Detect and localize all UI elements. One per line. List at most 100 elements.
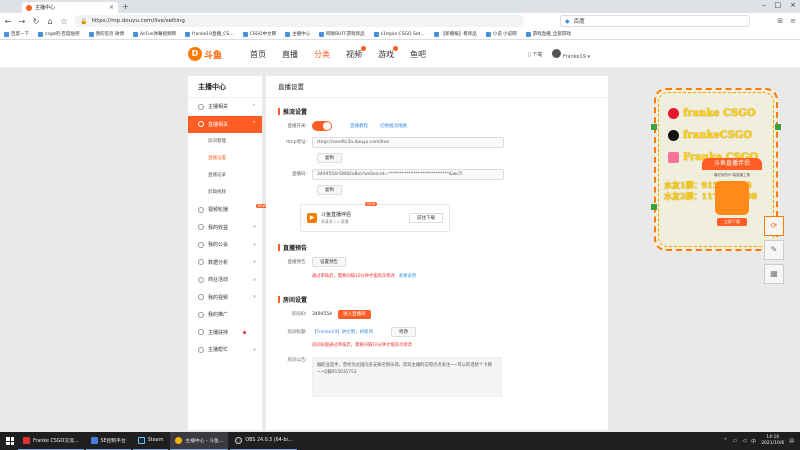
back-icon[interactable]: ← [4, 17, 12, 26]
taskbar-item-chrome[interactable]: 主播中心 - 斗鱼... [170, 432, 229, 450]
sidebar-sub-room[interactable]: 房间管理 [188, 133, 262, 150]
edit-icon[interactable]: ✎ [764, 240, 784, 260]
bookmark-item[interactable]: AcFun弹幕视频网 [133, 31, 176, 37]
bookmark-item[interactable]: 主播中心 [285, 31, 310, 37]
bookmark-item[interactable]: csgo吧-百度贴吧 [38, 31, 80, 37]
enter-room-button[interactable]: 进入直播间 [338, 309, 371, 319]
nav-video-label: 视频 [346, 50, 362, 59]
sidebar-sub-clips[interactable]: 剪辑视频 [188, 184, 262, 201]
notification-icon[interactable]: ▤ [789, 438, 794, 444]
browser-tab[interactable]: 主播中心 × [22, 2, 118, 13]
avatar [552, 49, 562, 58]
sidebar-item-video-carousel[interactable]: 视频轮播 NEW [188, 201, 268, 219]
taskbar-item-chat[interactable]: Franke CSGO交流... [18, 432, 84, 450]
start-button[interactable] [2, 432, 18, 450]
gift-icon[interactable]: ⟳ [764, 216, 784, 236]
minimize-icon[interactable]: – [762, 1, 766, 9]
taskbar-item-steam[interactable]: Steam [132, 432, 169, 450]
address-bar: ← → ↻ ⌂ ☆ 🔒 https://mp.douyu.com/live/se… [0, 13, 800, 29]
sidebar-item-help[interactable]: 主播帮忙 v [188, 341, 262, 359]
new-tab-icon[interactable]: + [122, 2, 129, 11]
edit-room-name-button[interactable]: 修改 [391, 327, 417, 337]
taskbar-item-obs[interactable]: OBS 24.0.3 (64-bi... [230, 432, 298, 450]
close-window-icon[interactable]: × [790, 1, 796, 9]
network-icon[interactable]: ▭ [733, 438, 738, 444]
nav-fishbar[interactable]: 鱼吧 [410, 49, 426, 60]
clock[interactable]: 14:16 2021/10/6 [761, 435, 784, 447]
user-menu[interactable]: Franke19 ▾ [552, 49, 590, 60]
bookmark-item[interactable]: 小说 小说网 [485, 31, 517, 37]
search-engine-label: 百度 [573, 19, 585, 25]
live-toggle[interactable] [312, 121, 332, 131]
live-switch-label: 直播开关: [287, 124, 307, 129]
sidebar-item-analytics[interactable]: 数据分析 v [188, 254, 262, 272]
nav-video[interactable]: 视频 [346, 46, 366, 60]
maximize-icon[interactable]: □ [775, 1, 782, 9]
home-icon[interactable]: ⌂ [46, 17, 54, 26]
sidebar-item-income[interactable]: 我的收益 v [188, 219, 262, 237]
set-preview-button[interactable]: 设置预告 [312, 257, 346, 267]
sidebar-title: 主播中心 [188, 76, 262, 98]
search-box[interactable]: ◆ 百度 [560, 15, 750, 27]
forward-icon[interactable]: → [18, 17, 26, 26]
ad-download-button[interactable]: 立即下载 [717, 218, 747, 226]
download-link[interactable]: ▯ 下载 [528, 51, 542, 58]
room-notice-textarea[interactable]: 做职业选手，曾经为过国内多支知名俱乐部，常欢主播的记得点点关注~~可以的话给个卡… [312, 357, 502, 397]
star-icon[interactable]: ☆ [60, 17, 68, 26]
bookmark-item[interactable]: 【新播报】看饰品 [433, 31, 477, 37]
tray-chevron-icon[interactable]: ^ [723, 438, 727, 444]
weibo-icon [668, 108, 679, 119]
main-content: 直播设置 推流设置 直播开关: 直播教程 切换推流线路 rtmp地址: rtmp… [266, 76, 608, 430]
bookmark-item[interactable]: 我的首页 微博 [88, 31, 124, 37]
close-tab-icon[interactable]: × [109, 4, 114, 11]
bookmark-favicon-icon [133, 31, 138, 37]
sidebar-item-support[interactable]: 主播扶持 [188, 324, 262, 342]
nav-category[interactable]: 分类 [314, 49, 330, 60]
sidebar-item-business[interactable]: 商业活动 v [188, 271, 262, 289]
bookmark-favicon-icon [433, 31, 439, 37]
bookmark-item[interactable]: s1mple CSGO Set... [373, 31, 425, 37]
reload-icon[interactable]: ↻ [32, 17, 40, 26]
bookmark-item[interactable]: franke19直播_CS... [185, 31, 234, 37]
sidebar-item-promotion[interactable]: 我的推广 [188, 306, 262, 324]
sidebar-item-guild[interactable]: 我的公会 v [188, 236, 262, 254]
nav-home[interactable]: 首页 [250, 49, 266, 60]
ime-indicator[interactable]: 中 [751, 438, 756, 445]
nav-game[interactable]: 游戏 [378, 46, 398, 60]
switch-line-link[interactable]: 切换推流线路 [380, 123, 407, 129]
copy-code-button[interactable]: 复制 [317, 185, 342, 195]
bookmark-item[interactable]: 百度一下 [4, 31, 29, 37]
extension-icon[interactable]: ⊞ [777, 17, 783, 25]
resize-handle[interactable] [651, 124, 657, 130]
grid-icon[interactable]: ▦ [764, 264, 784, 284]
douyu-logo[interactable]: D 斗鱼 [188, 46, 228, 62]
resize-handle[interactable] [775, 124, 781, 130]
sidebar-sub-settings[interactable]: 直播设置 [188, 150, 262, 167]
preview-help-link[interactable]: 查看说明 [399, 274, 416, 279]
taskbar-item-se[interactable]: SE控制平台 [85, 432, 131, 450]
floating-tools: ⟳ ✎ ▦ [764, 216, 784, 284]
sidebar-item-anchor[interactable]: 主播相关 ^ [188, 98, 262, 116]
sidebar-item-live[interactable]: 直播相关 ^ [188, 115, 262, 133]
bookmark-favicon-icon [285, 31, 291, 37]
resize-handle[interactable] [651, 204, 657, 210]
download-label: 下载 [532, 52, 543, 58]
live-tutorial-link[interactable]: 直播教程 [350, 123, 368, 129]
sidebar-sub-records[interactable]: 直播记录 [188, 167, 262, 184]
chevron-up-icon: ^ [251, 103, 256, 110]
volume-icon[interactable]: ◁ [742, 438, 746, 444]
bookmark-label: 百度一下 [11, 32, 29, 37]
copy-rtmp-button[interactable]: 复制 [317, 153, 342, 163]
baidu-icon: ◆ [565, 17, 570, 25]
rtmp-field[interactable]: rtmp://sendtc3a.douyu.com/live [312, 136, 504, 148]
bookmark-item[interactable]: 游戏直播_全部游戏 [525, 31, 571, 37]
bookmark-item[interactable]: CSGO中文网 [242, 31, 276, 37]
bookmark-favicon-icon [373, 31, 379, 37]
url-input[interactable]: 🔒 https://mp.douyu.com/live/setting [74, 15, 524, 27]
menu-icon[interactable]: ≡ [790, 17, 796, 25]
stream-code-field[interactable]: 3494554rSW82oBio?wsSecret=**************… [312, 168, 504, 180]
sidebar-item-my-video[interactable]: 我的视频 v [188, 289, 262, 307]
companion-download-button[interactable]: 前往下载 [409, 213, 443, 223]
nav-live[interactable]: 直播 [282, 49, 298, 60]
bookmark-item[interactable]: 网易BUFF游戏饰品 [319, 31, 365, 37]
